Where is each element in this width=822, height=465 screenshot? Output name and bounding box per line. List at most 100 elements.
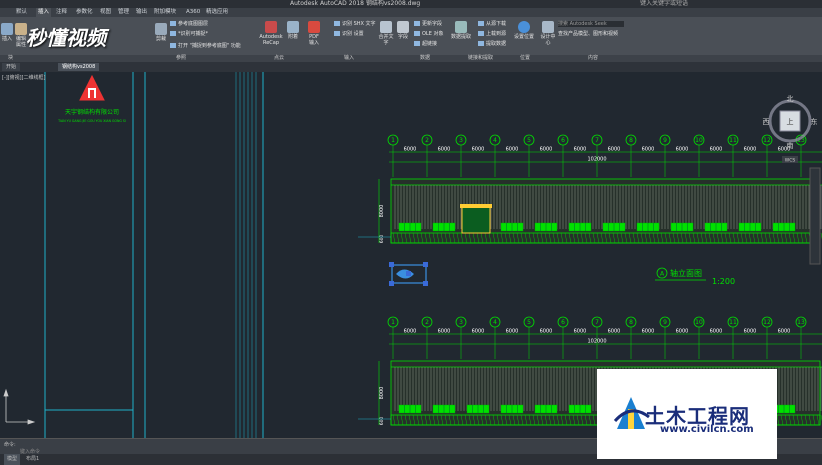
panel-data[interactable]: 数据 [420,55,430,62]
settings-icon [334,31,340,36]
upload-source-button[interactable]: 上载到源 [478,31,506,37]
span-dimension: 6000 [676,329,689,335]
set-location-button[interactable]: 设置位置 [514,21,534,40]
extract-data-button[interactable]: 提取数据 [478,41,506,47]
axis-label: 3 [459,137,463,144]
clip-button[interactable]: 剪裁 [154,23,168,42]
span-dimension: 6000 [676,147,689,153]
viewcube-south[interactable]: 南 [787,141,794,150]
search-box[interactable]: 键入关键字或短语 [640,0,688,8]
hyperlink-button[interactable]: 超链接 [414,41,437,47]
span-dimension: 6000 [438,329,451,335]
span-dimension: 6000 [744,147,757,153]
panel-content[interactable]: 内容 [588,55,598,62]
pdf-import-button[interactable]: PDF 输入 [306,21,322,46]
axis-label: 9 [663,137,667,144]
navigation-bar[interactable] [809,167,821,265]
update-field-button[interactable]: 更新字段 [414,21,442,27]
title-bar: Autodesk AutoCAD 2018 钢结构vs2008.dwg 键入关键… [0,0,822,8]
tab-parametric[interactable]: 参数化 [76,8,93,17]
elevation-title: 轴立面图 [670,268,702,278]
data-extract-button[interactable]: 数据提取 [450,21,472,40]
grip-handle[interactable] [406,271,411,276]
selected-object[interactable] [389,262,428,286]
recognize-settings-button[interactable]: 识别 设置 [334,31,364,37]
upload-icon [478,31,484,36]
ref-underlay-layers[interactable]: 参考底图图层 [170,21,208,27]
download-source-button[interactable]: 从源下载 [478,21,506,27]
tab-home[interactable]: 默认 [16,8,27,17]
panel-pointcloud[interactable]: 点云 [274,55,284,62]
attach-icon [287,21,299,33]
panel-block[interactable]: 块 [8,55,13,62]
span-dimension: 6000 [404,147,417,153]
ref-snap-toggle[interactable]: 打开 "捕捉到参考底图" 功能 [170,43,241,49]
seek-search-input[interactable]: 搜索 Autodesk Seek [558,21,624,27]
panel-import[interactable]: 输入 [344,55,354,62]
viewcube-east[interactable]: 东 [811,117,818,126]
viewcube-west[interactable]: 西 [763,118,770,126]
axis-label: 3 [459,319,463,326]
pdf-icon [308,21,320,33]
span-dimension: 6000 [472,147,485,153]
grip-handle[interactable] [389,281,394,286]
span-dimension: 6000 [642,329,655,335]
grip-handle[interactable] [389,262,394,267]
tab-addins[interactable]: 附加模块 [154,8,176,17]
axis-label: 1 [391,137,395,144]
tab-insert[interactable]: 插入 [36,8,52,17]
viewcube[interactable]: 上 北 南 西 东 WCS [763,95,818,164]
span-dimension: 6000 [472,329,485,335]
span-dimension: 6000 [574,147,587,153]
design-center-button[interactable]: 设计中心 [540,21,556,46]
span-dimension: 6000 [778,329,791,335]
panel-location[interactable]: 位置 [520,55,530,62]
merge-text-button[interactable]: 合并文字 [378,21,394,46]
tab-annotate[interactable]: 注释 [56,8,67,17]
layers-icon [170,21,176,26]
grip-handle[interactable] [423,281,428,286]
viewport-controls[interactable]: [-][俯视][二维线框] [2,74,46,81]
ole-object-button[interactable]: OLE 对象 [414,31,443,37]
tab-a360[interactable]: A360 [186,8,200,17]
field-button[interactable]: 字段 [396,21,410,40]
panel-reference[interactable]: 参照 [176,55,186,62]
tab-layout1[interactable]: 布局1 [26,454,39,465]
panel-link-extract[interactable]: 链接和提取 [468,55,493,62]
tab-model[interactable]: 模型 [4,454,21,465]
ref-recognize[interactable]: *识别可捕捉* [170,31,208,37]
tab-manage[interactable]: 管理 [118,8,129,17]
span-dimension: 6000 [438,147,451,153]
axis-label: 4 [493,137,497,144]
elevation-scale: 1:200 [712,277,735,286]
tab-output[interactable]: 输出 [136,8,147,17]
recap-button[interactable]: Autodesk ReCap [258,21,284,46]
merge-text-icon [380,21,392,33]
watermark-top: 秒懂视频 [26,26,106,50]
tab-drawing[interactable]: 钢结构vs2008 [58,63,100,71]
snap-icon [170,43,176,48]
height-dimension: 8000 [379,205,385,218]
tab-view[interactable]: 视图 [100,8,111,17]
axis-label: 6 [561,137,565,144]
insert-button[interactable]: 插入 [0,23,14,42]
design-center-icon [542,21,554,33]
frame-icon [170,31,176,36]
total-dimension: 102000 [587,157,606,163]
axis-label: 7 [595,137,599,144]
attach-button[interactable]: 附着 [286,21,300,40]
viewcube-north[interactable]: 北 [787,95,794,103]
door-header [460,204,492,208]
ribbon-panel-titles: 块 参照 点云 输入 数据 链接和提取 位置 内容 [0,55,822,62]
total-dimension: 102000 [587,339,606,345]
recognize-shx-button[interactable]: 识别 SHX 文字 [334,21,376,27]
axis-label: 12 [763,319,771,326]
seek-description: 查找产品模型、图形和视频 [558,31,619,37]
span-dimension: 6000 [608,147,621,153]
company-name: 天宇钢结构有限公司 [65,108,119,116]
grip-handle[interactable] [423,262,428,267]
tab-featured[interactable]: 精选应用 [206,8,228,17]
elevation-top: 1 6000 2 6000 3 6000 4 6000 5 6000 6 6000 7 6000 8 6000… [358,134,822,244]
sheet-frames [44,72,264,438]
tab-start[interactable]: 开始 [2,63,21,71]
